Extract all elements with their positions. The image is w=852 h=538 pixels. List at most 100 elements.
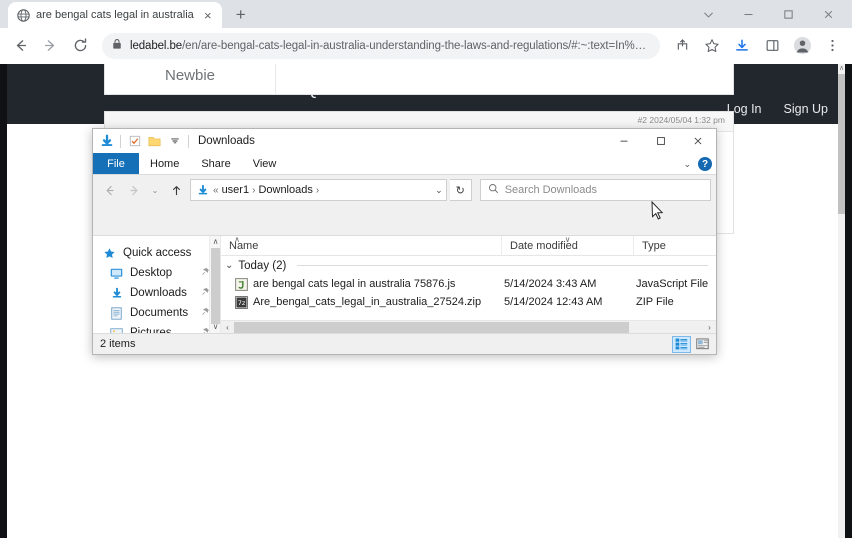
- address-bar[interactable]: ledabel.be/en/are-bengal-cats-legal-in-a…: [102, 32, 660, 59]
- signup-link[interactable]: Sign Up: [784, 102, 828, 116]
- minimize-icon[interactable]: [605, 129, 642, 153]
- divider: [297, 265, 708, 266]
- file-date-cell: 5/14/2024 12:43 AM: [504, 296, 603, 308]
- breadcrumb-separator: ›: [252, 184, 256, 196]
- side-panel-icon[interactable]: [758, 32, 786, 60]
- ribbon-tab-view[interactable]: View: [242, 153, 288, 174]
- documents-icon: [109, 306, 124, 320]
- forward-icon[interactable]: [123, 179, 145, 201]
- sidebar-item-label: Quick access: [123, 247, 192, 259]
- column-header-type[interactable]: Type: [634, 236, 716, 256]
- scroll-down-icon[interactable]: ∨: [210, 321, 221, 333]
- breadcrumb-item-user1[interactable]: user1: [222, 184, 250, 196]
- explorer-title-bar[interactable]: Downloads: [93, 129, 716, 153]
- page-scrollbar-thumb[interactable]: [838, 74, 845, 214]
- star-icon: [102, 247, 117, 260]
- scroll-left-icon[interactable]: ‹: [221, 323, 234, 332]
- scroll-track[interactable]: [234, 321, 703, 334]
- breadcrumb-item-downloads[interactable]: Downloads: [258, 184, 312, 196]
- customize-dropdown-icon[interactable]: [167, 134, 182, 149]
- file-type-cell: ZIP File: [636, 296, 674, 308]
- scroll-up-icon[interactable]: ∧: [210, 236, 221, 248]
- help-icon[interactable]: ?: [698, 157, 712, 171]
- sidebar-item-desktop[interactable]: Desktop: [93, 263, 220, 283]
- chevron-down-icon[interactable]: ⌄: [225, 260, 233, 271]
- share-icon[interactable]: [668, 32, 696, 60]
- file-type-cell: JavaScript File: [636, 278, 709, 290]
- desktop-icon: [109, 268, 124, 279]
- column-header-label: Type: [642, 239, 666, 252]
- breadcrumb-overflow-icon[interactable]: «: [213, 185, 219, 196]
- browser-tab-title: are bengal cats legal in australia: [36, 9, 194, 21]
- recent-locations-icon[interactable]: ⌄: [148, 179, 162, 201]
- downloads-icon[interactable]: [728, 32, 756, 60]
- large-icons-view-icon[interactable]: [693, 336, 712, 353]
- ribbon-tab-file[interactable]: File: [93, 153, 139, 174]
- post-author-name: Newbie: [164, 67, 216, 84]
- file-name-label: Are_bengal_cats_legal_in_australia_27524…: [253, 296, 482, 308]
- close-icon[interactable]: ×: [200, 7, 216, 23]
- sidebar-item-documents[interactable]: Documents: [93, 303, 220, 323]
- refresh-button[interactable]: ↻: [449, 179, 472, 201]
- svg-text:7z: 7z: [238, 298, 246, 306]
- post-newbie: Newbie: [104, 64, 734, 95]
- column-header-date-modified[interactable]: ∨ Date modified: [502, 236, 634, 256]
- reload-icon[interactable]: [66, 32, 94, 60]
- breadcrumb[interactable]: « user1 › Downloads › ⌄: [190, 179, 447, 201]
- close-icon[interactable]: [808, 0, 848, 28]
- file-group-header[interactable]: ⌄ Today (2): [221, 256, 716, 275]
- new-tab-button[interactable]: +: [228, 2, 254, 28]
- file-name-cell[interactable]: 7z Are_bengal_cats_legal_in_australia_27…: [221, 295, 502, 309]
- sidebar-item-quick-access[interactable]: Quick access: [93, 243, 220, 263]
- lock-icon: [112, 37, 123, 55]
- profile-avatar[interactable]: [788, 32, 816, 60]
- scroll-thumb[interactable]: [234, 321, 629, 333]
- file-date-cell: 5/14/2024 3:43 AM: [504, 278, 597, 290]
- file-group-label: Today (2): [238, 259, 287, 272]
- column-header-name[interactable]: ∧ Name: [221, 236, 502, 256]
- new-folder-icon[interactable]: [147, 134, 162, 149]
- scroll-up-icon[interactable]: ∧: [838, 64, 845, 73]
- sidebar-item-downloads[interactable]: Downloads: [93, 283, 220, 303]
- sidebar-item-label: Documents: [130, 307, 189, 319]
- browser-tab[interactable]: are bengal cats legal in australia ×: [8, 2, 222, 28]
- close-icon[interactable]: [679, 129, 716, 153]
- minimize-icon[interactable]: [728, 0, 768, 28]
- divider: [120, 134, 121, 148]
- page-scrollbar[interactable]: ∧: [838, 64, 845, 538]
- menu-icon[interactable]: [818, 32, 846, 60]
- downloads-arrow-icon[interactable]: [99, 134, 114, 149]
- search-icon: [488, 181, 499, 199]
- browser-window: are bengal cats legal in australia × + l…: [0, 0, 852, 538]
- table-row[interactable]: 7z Are_bengal_cats_legal_in_australia_27…: [221, 293, 716, 311]
- file-explorer-window: Downloads File Home Share View ⌄ ? ⌄ « u…: [92, 128, 717, 355]
- chevron-down-icon[interactable]: ⌄: [435, 185, 443, 196]
- bookmark-star-icon[interactable]: [698, 32, 726, 60]
- maximize-icon[interactable]: [642, 129, 679, 153]
- chevron-down-icon[interactable]: ⌄: [683, 159, 691, 170]
- ribbon-tab-share[interactable]: Share: [190, 153, 241, 174]
- ribbon-tab-home[interactable]: Home: [139, 153, 190, 174]
- url-path: /en/are-bengal-cats-legal-in-australia-u…: [182, 39, 650, 52]
- back-icon[interactable]: [6, 32, 34, 60]
- explorer-status-bar: 2 items: [93, 333, 716, 354]
- downloads-arrow-icon: [195, 183, 210, 198]
- forward-icon[interactable]: [36, 32, 64, 60]
- properties-icon[interactable]: [127, 134, 142, 149]
- maximize-icon[interactable]: [768, 0, 808, 28]
- globe-icon: [16, 8, 30, 22]
- table-row[interactable]: are bengal cats legal in australia 75876…: [221, 275, 716, 293]
- address-bar-url: ledabel.be/en/are-bengal-cats-legal-in-a…: [130, 40, 650, 52]
- navigation-pane-scrollbar[interactable]: ∧ ∨: [209, 236, 220, 333]
- tab-search-icon[interactable]: [688, 0, 728, 28]
- navigation-pane-scroll-thumb[interactable]: [211, 248, 220, 324]
- browser-window-controls: [688, 0, 848, 28]
- back-icon[interactable]: [98, 179, 120, 201]
- file-list-horizontal-scrollbar[interactable]: ‹ ›: [221, 320, 716, 333]
- javascript-file-icon: [235, 277, 248, 291]
- file-name-cell[interactable]: are bengal cats legal in australia 75876…: [221, 277, 502, 291]
- details-view-icon[interactable]: [672, 335, 691, 353]
- search-input[interactable]: Search Downloads: [479, 179, 711, 201]
- scroll-right-icon[interactable]: ›: [703, 323, 716, 332]
- up-icon[interactable]: [165, 179, 187, 201]
